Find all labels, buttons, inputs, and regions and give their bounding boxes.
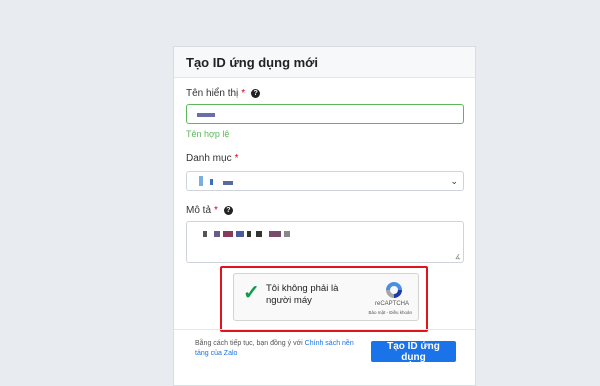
help-icon[interactable]: ? [223, 206, 233, 215]
redacted-text [203, 231, 207, 237]
redacted-text [197, 113, 215, 117]
redacted-text [247, 231, 251, 237]
footer-divider [174, 329, 475, 330]
recaptcha-widget[interactable]: ✓ Tôi không phải là người máy reCAPTCHA … [233, 273, 419, 321]
required-mark: * [214, 205, 218, 216]
redacted-text [210, 179, 213, 185]
redacted-text [223, 231, 233, 237]
redacted-text [214, 231, 220, 237]
create-app-card: Tạo ID ứng dụng mới Tên hiển thị * ? Tên… [173, 46, 476, 386]
description-label-text: Mô tả [186, 205, 212, 216]
required-mark: * [241, 88, 246, 99]
terms-notice: Bằng cách tiếp tục, bạn đồng ý với Chính… [195, 339, 363, 359]
checkmark-icon[interactable]: ✓ [243, 283, 260, 303]
display-name-label: Tên hiển thị * ? [186, 88, 261, 99]
recaptcha-links[interactable]: Bảo mật - Điều khoản [368, 310, 412, 315]
display-name-input[interactable] [186, 104, 464, 124]
redacted-text [269, 231, 281, 237]
terms-prefix: Bằng cách tiếp tục, bạn đồng ý với [195, 340, 303, 347]
redacted-text [236, 231, 244, 237]
resize-handle-icon[interactable]: ∡ [455, 253, 461, 261]
required-mark: * [234, 153, 239, 164]
redacted-text [284, 231, 290, 237]
category-select[interactable]: ⌄ [186, 171, 464, 191]
create-app-button[interactable]: Tạo ID ứng dụng [371, 341, 456, 363]
category-label: Danh mục * [186, 153, 238, 164]
redacted-text [199, 176, 203, 186]
category-label-text: Danh mục [186, 153, 232, 164]
redacted-text [223, 181, 233, 185]
help-icon[interactable]: ? [251, 89, 261, 98]
captcha-label: Tôi không phải là người máy [266, 283, 339, 306]
recaptcha-brand: reCAPTCHA [374, 301, 409, 307]
display-name-valid-text: Tên hợp lệ [186, 129, 230, 139]
display-name-label-text: Tên hiển thị [186, 88, 239, 99]
recaptcha-logo-icon [386, 282, 402, 298]
description-textarea[interactable]: ∡ [186, 221, 464, 263]
chevron-down-icon: ⌄ [450, 176, 458, 186]
redacted-text [256, 231, 262, 237]
card-title: Tạo ID ứng dụng mới [174, 47, 475, 78]
description-label: Mô tả * ? [186, 205, 233, 216]
